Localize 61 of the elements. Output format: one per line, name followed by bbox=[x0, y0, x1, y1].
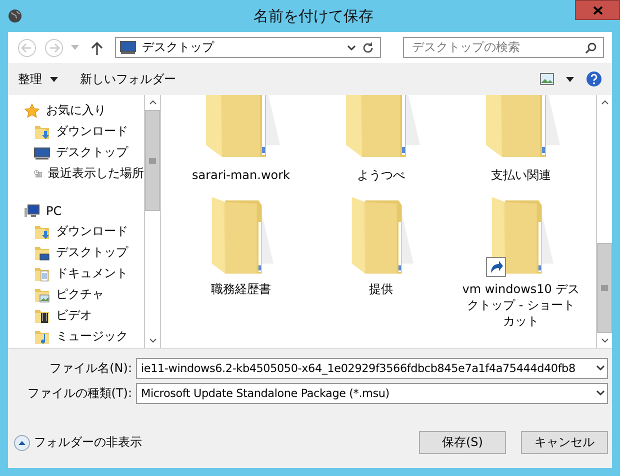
nav-pane-item[interactable]: デスクトップ bbox=[34, 142, 144, 163]
organize-menu[interactable]: 整理 bbox=[18, 68, 58, 90]
nav-pane-item[interactable]: ミュージック bbox=[34, 326, 144, 347]
window-title: 名前を付けて保存 bbox=[252, 6, 374, 26]
scrollbar-thumb[interactable] bbox=[145, 110, 160, 212]
folder-icon bbox=[34, 328, 50, 344]
close-icon bbox=[592, 6, 602, 14]
folder-item[interactable]: 職務経歴書 bbox=[171, 197, 311, 329]
chevron-down-icon bbox=[347, 44, 356, 50]
chevron-down-icon bbox=[596, 390, 605, 396]
folder-item[interactable]: 支払い関連 bbox=[451, 95, 591, 183]
chevron-up-icon bbox=[600, 100, 608, 105]
file-type-label: ファイルの種類(T): bbox=[26, 384, 132, 402]
globe-icon bbox=[8, 9, 22, 23]
help-icon[interactable] bbox=[586, 71, 602, 87]
folder-item[interactable]: ようつべ bbox=[311, 95, 451, 183]
new-folder-button[interactable]: 新しいフォルダー bbox=[80, 68, 176, 90]
download-folder-icon bbox=[34, 224, 50, 240]
address-bar[interactable]: デスクトップ bbox=[115, 37, 382, 58]
nav-pane-item[interactable]: デスクトップ bbox=[34, 242, 144, 263]
file-name-label: ファイル名(N): bbox=[48, 360, 132, 376]
dialog-button[interactable]: キャンセル bbox=[521, 431, 608, 454]
search-icon bbox=[585, 42, 597, 54]
computer-icon bbox=[24, 202, 40, 218]
nav-pane-item[interactable]: ダウンロード bbox=[34, 121, 144, 142]
monitor-icon bbox=[120, 41, 136, 54]
dropdown-caret-icon bbox=[566, 76, 574, 82]
collapse-icon bbox=[14, 434, 30, 450]
search-field[interactable]: デスクトップの検索 bbox=[403, 37, 604, 58]
chevron-down-icon bbox=[596, 365, 605, 371]
nav-pane-item[interactable]: PC bbox=[24, 200, 144, 221]
caret-icon bbox=[71, 45, 80, 50]
download-folder-icon bbox=[34, 124, 50, 140]
view-options-icon[interactable] bbox=[540, 73, 554, 85]
chevron-down-icon bbox=[600, 338, 608, 343]
chevron-down-icon bbox=[148, 338, 156, 343]
dropdown-caret-icon bbox=[50, 76, 58, 82]
nav-pane-item[interactable]: お気に入り bbox=[24, 100, 144, 121]
nav-pane-item[interactable]: 最近表示した場所 bbox=[34, 163, 144, 184]
file-name-field[interactable]: ie11-windows6.2-kb4505050-x64_1e02929f3566fdbcb845e7a1f4a75444d40fb8 bbox=[136, 358, 608, 378]
dialog-button[interactable]: 保存(S) bbox=[419, 431, 506, 454]
nav-pane-item[interactable]: ビデオ bbox=[34, 305, 144, 326]
folder-item[interactable]: 提供 bbox=[311, 197, 451, 329]
refresh-icon[interactable] bbox=[362, 42, 374, 54]
scrollbar-thumb[interactable] bbox=[597, 242, 612, 333]
nav-pane-item[interactable]: ドキュメント bbox=[34, 263, 144, 284]
nav-pane-item[interactable]: ピクチャ bbox=[34, 284, 144, 305]
folder-icon bbox=[34, 266, 50, 282]
star-icon bbox=[24, 102, 40, 118]
monitor-icon bbox=[34, 144, 50, 160]
folder-icon bbox=[34, 244, 50, 260]
chevron-up-icon bbox=[148, 100, 156, 105]
file-type-dropdown[interactable]: Microsoft Update Standalone Package (*.msu) bbox=[136, 382, 608, 404]
up-arrow-icon bbox=[90, 40, 103, 54]
folder-icon bbox=[34, 286, 50, 302]
nav-pane-item[interactable]: ダウンロード bbox=[34, 221, 144, 242]
hide-folders-button[interactable]: フォルダーの非表示 bbox=[14, 434, 142, 451]
folder-item[interactable]: vm windows10 デスクトップ - ショートカット bbox=[451, 197, 591, 329]
folder-item[interactable]: sarari-man.work bbox=[171, 95, 311, 183]
close-button[interactable] bbox=[575, 0, 620, 20]
folder-icon bbox=[34, 308, 50, 324]
